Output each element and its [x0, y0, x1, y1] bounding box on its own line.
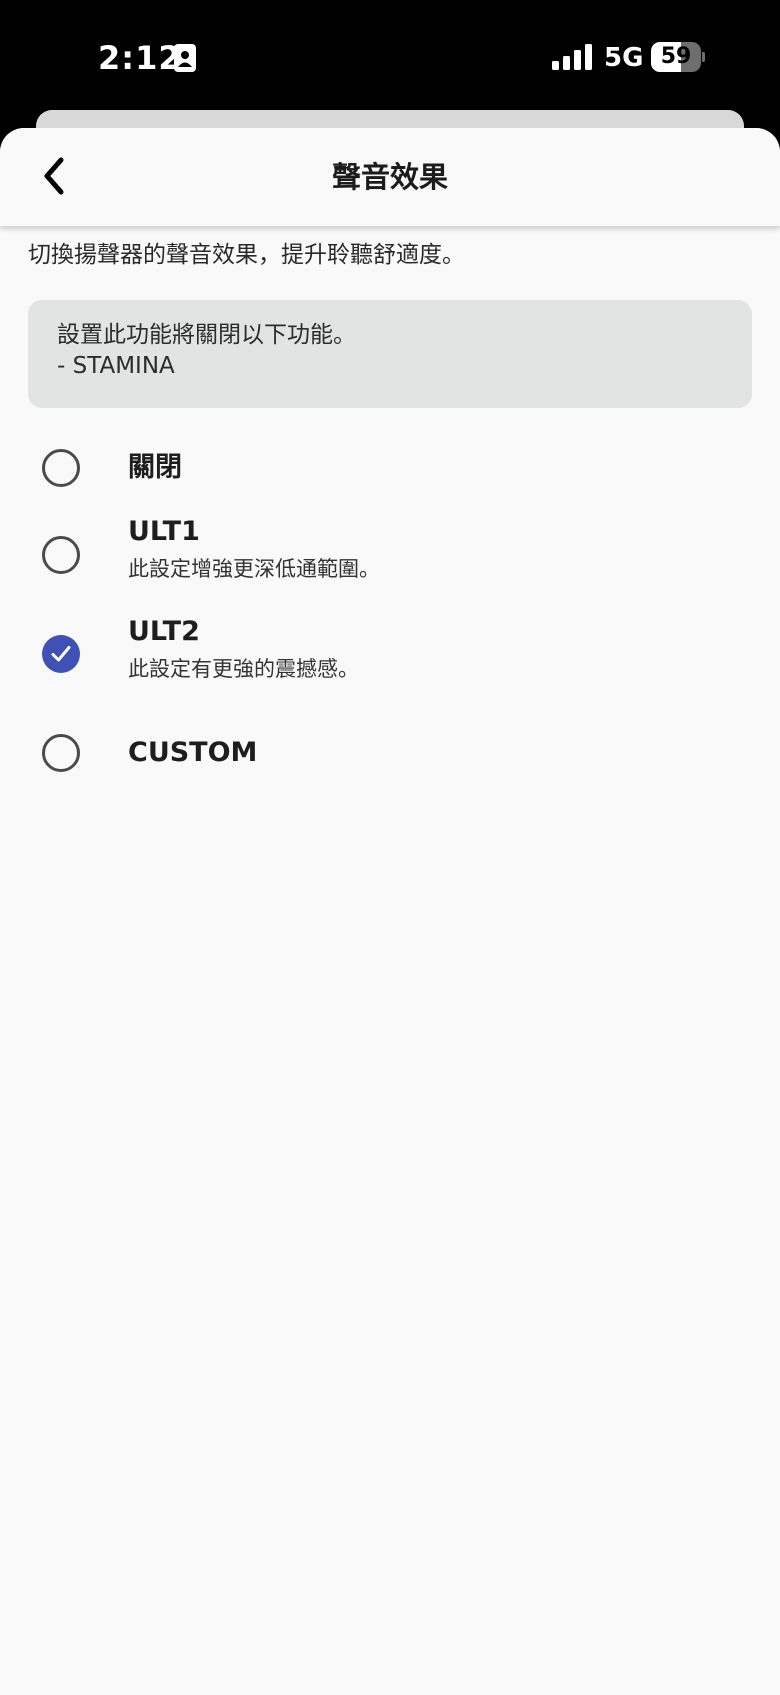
chevron-left-icon: [44, 157, 64, 195]
screen: 2:12 5G 59 聲音效果 切換揚聲器的聲音效果，提升聆聽舒適度。 設置此功…: [0, 0, 780, 1695]
page-description: 切換揚聲器的聲音效果，提升聆聽舒適度。: [28, 242, 465, 268]
radio-off[interactable]: [42, 449, 80, 487]
back-button[interactable]: [26, 148, 82, 204]
page-title: 聲音效果: [331, 160, 448, 194]
option-description: 此設定有更強的震撼感。: [128, 657, 359, 681]
radio-ult2[interactable]: [42, 635, 80, 673]
option-ult1[interactable]: ULT1 此設定增強更深低通範圍。: [0, 514, 780, 608]
signal-strength-icon: [552, 44, 592, 70]
option-label: ULT1: [128, 516, 200, 547]
status-bar: 2:12 5G 59: [0, 0, 780, 112]
checkmark-icon: [51, 646, 71, 662]
sound-effect-sheet: 聲音效果 切換揚聲器的聲音效果，提升聆聽舒適度。 設置此功能將關閉以下功能。 -…: [0, 128, 780, 1695]
option-off[interactable]: 關閉: [0, 428, 780, 508]
option-label: 關閉: [128, 452, 182, 483]
battery-level: 59: [660, 44, 692, 69]
battery-icon: 59: [651, 42, 705, 72]
nav-header: 聲音效果: [0, 128, 780, 226]
radio-custom[interactable]: [42, 734, 80, 772]
option-label: CUSTOM: [128, 737, 258, 768]
option-custom[interactable]: CUSTOM: [0, 714, 780, 792]
battery-cap: [702, 52, 705, 62]
option-description: 此設定增強更深低通範圍。: [128, 557, 380, 581]
contact-card-icon: [174, 44, 196, 72]
network-type: 5G: [604, 43, 644, 73]
battery-body: 59: [651, 42, 701, 72]
radio-ult1[interactable]: [42, 536, 80, 574]
status-time: 2:12: [98, 39, 182, 77]
notice-line-1: 設置此功能將關閉以下功能。: [57, 322, 356, 348]
notice-line-2: - STAMINA: [57, 353, 175, 379]
option-label: ULT2: [128, 616, 200, 647]
option-ult2[interactable]: ULT2 此設定有更強的震撼感。: [0, 614, 780, 708]
notice-box: 設置此功能將關閉以下功能。 - STAMINA: [28, 300, 752, 408]
